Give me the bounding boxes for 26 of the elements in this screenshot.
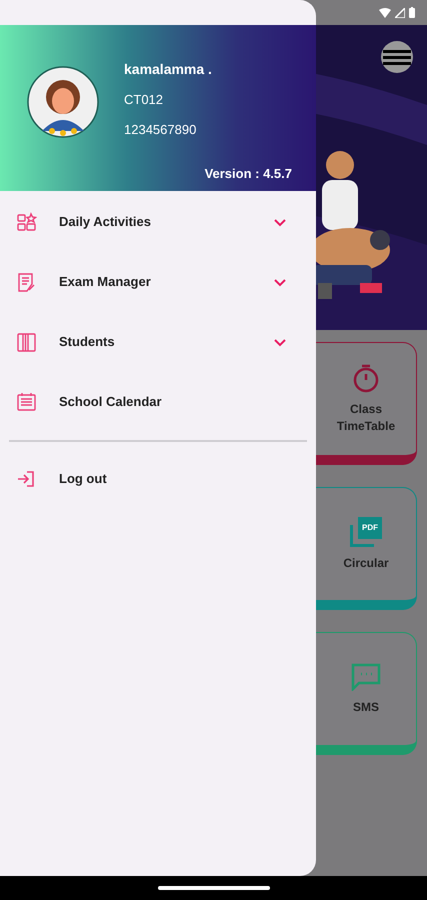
grid-icon: [16, 212, 37, 232]
app-version: Version : 4.5.7: [204, 164, 292, 182]
chevron-down-icon[interactable]: [274, 278, 286, 286]
feature-card[interactable]: SMS: [316, 632, 417, 755]
columns-icon: [16, 332, 37, 352]
phone-number: 1234567890: [124, 120, 198, 138]
signal-icon: [395, 8, 405, 18]
feature-card[interactable]: Class TimeTable: [316, 342, 417, 465]
battery-icon: [409, 7, 415, 18]
chat-icon: [351, 662, 381, 690]
user-code: CT012: [124, 91, 164, 109]
document-edit-icon: [16, 272, 37, 292]
menu-item[interactable]: Students: [0, 312, 316, 372]
logout-icon: [16, 469, 36, 489]
wifi-icon: [379, 8, 391, 18]
menu-item[interactable]: Daily Activities: [0, 192, 316, 252]
menu-item[interactable]: Exam Manager: [0, 252, 316, 312]
logout-item[interactable]: Log out: [0, 449, 316, 509]
user-name: kamalamma .: [124, 60, 212, 79]
chevron-down-icon[interactable]: [274, 218, 286, 226]
stopwatch-icon: [352, 363, 380, 393]
avatar-icon: [26, 65, 100, 139]
calendar-icon: [16, 392, 37, 412]
menu-item[interactable]: School Calendar: [0, 372, 316, 432]
chevron-down-icon[interactable]: [274, 338, 286, 346]
feature-card[interactable]: PDF Circular: [316, 487, 417, 610]
